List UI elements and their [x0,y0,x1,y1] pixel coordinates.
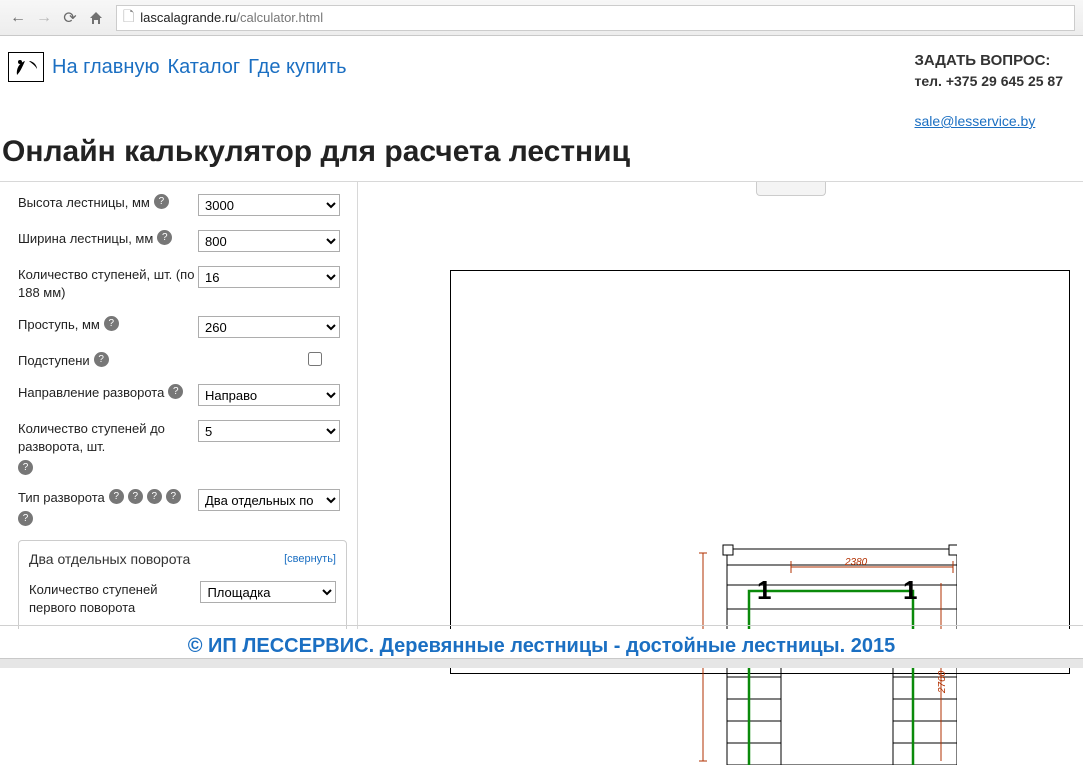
help-icon[interactable]: ? [109,489,124,504]
calculator-form: Высота лестницы, мм ? 3000 Ширина лестни… [0,182,358,668]
nav-catalog[interactable]: Каталог [167,56,240,79]
steps-select[interactable]: 16 [198,266,340,288]
page-title: Онлайн калькулятор для расчета лестниц [0,133,1083,181]
steps-label: Количество ступеней, шт. (по 188 мм) [18,266,198,302]
drawing-panel: 1 1 2380 760 590 [358,182,1083,668]
back-icon[interactable]: ← [8,8,28,28]
turn-type-select[interactable]: Два отдельных по [198,489,340,511]
width-select[interactable]: 800 [198,230,340,252]
help-icon[interactable]: ? [18,460,33,475]
help-icon[interactable]: ? [168,384,183,399]
url-bar[interactable]: 🗋 lascalagrande.ru/calculator.html [116,5,1075,31]
main-nav: На главную Каталог Где купить [8,52,347,82]
turn-dir-label: Направление разворота [18,384,164,402]
svg-text:1: 1 [757,575,771,605]
logo[interactable] [8,52,44,82]
url-host: lascalagrande.ru [140,10,236,25]
width-label: Ширина лестницы, мм [18,230,153,248]
browser-toolbar: ← → ⟳ 🗋 lascalagrande.ru/calculator.html [0,0,1083,36]
drawing-canvas: 1 1 2380 760 590 [450,270,1070,674]
turn1-steps-label: Количество ступеней первого поворота [29,581,200,617]
svg-text:1: 1 [903,575,917,605]
tread-label: Проступь, мм [18,316,100,334]
turn-type-label: Тип разворота [18,489,105,507]
help-icon[interactable]: ? [154,194,169,209]
before-turn-select[interactable]: 5 [198,420,340,442]
help-icon[interactable]: ? [166,489,181,504]
svg-text:2380: 2380 [844,557,868,568]
toolbar-stub [756,182,826,196]
tread-select[interactable]: 260 [198,316,340,338]
contact-phone: тел. +375 29 645 25 87 [915,73,1063,89]
home-icon[interactable] [86,8,106,28]
section-title: Два отдельных поворота [29,551,190,567]
turn1-steps-select[interactable]: Площадка [200,581,336,603]
reload-icon[interactable]: ⟳ [60,8,80,28]
nav-home[interactable]: На главную [52,56,159,79]
riser-label: Подступени [18,352,90,370]
turn-dir-select[interactable]: Направо [198,384,340,406]
help-icon[interactable]: ? [128,489,143,504]
riser-checkbox[interactable] [308,352,322,366]
collapse-link[interactable]: [свернуть] [284,553,336,565]
nav-where-to-buy[interactable]: Где купить [248,56,346,79]
help-icon[interactable]: ? [147,489,162,504]
contact-email[interactable]: sale@lesservice.by [915,113,1036,129]
url-path: /calculator.html [236,10,323,25]
svg-text:2760: 2760 [937,670,948,694]
contact-ask-label: ЗАДАТЬ ВОПРОС: [915,52,1063,69]
help-icon[interactable]: ? [104,316,119,331]
height-select[interactable]: 3000 [198,194,340,216]
height-label: Высота лестницы, мм [18,194,150,212]
help-icon[interactable]: ? [94,352,109,367]
forward-icon[interactable]: → [34,8,54,28]
help-icon[interactable]: ? [157,230,172,245]
before-turn-label: Количество ступеней до разворота, шт. [18,420,198,456]
contact-block: ЗАДАТЬ ВОПРОС: тел. +375 29 645 25 87 sa… [915,52,1063,129]
browser-status-bar [0,658,1083,668]
footer-text: © ИП ЛЕССЕРВИС. Деревянные лестницы - до… [0,629,1083,658]
page-icon: 🗋 [123,6,134,30]
help-icon[interactable]: ? [18,511,33,526]
